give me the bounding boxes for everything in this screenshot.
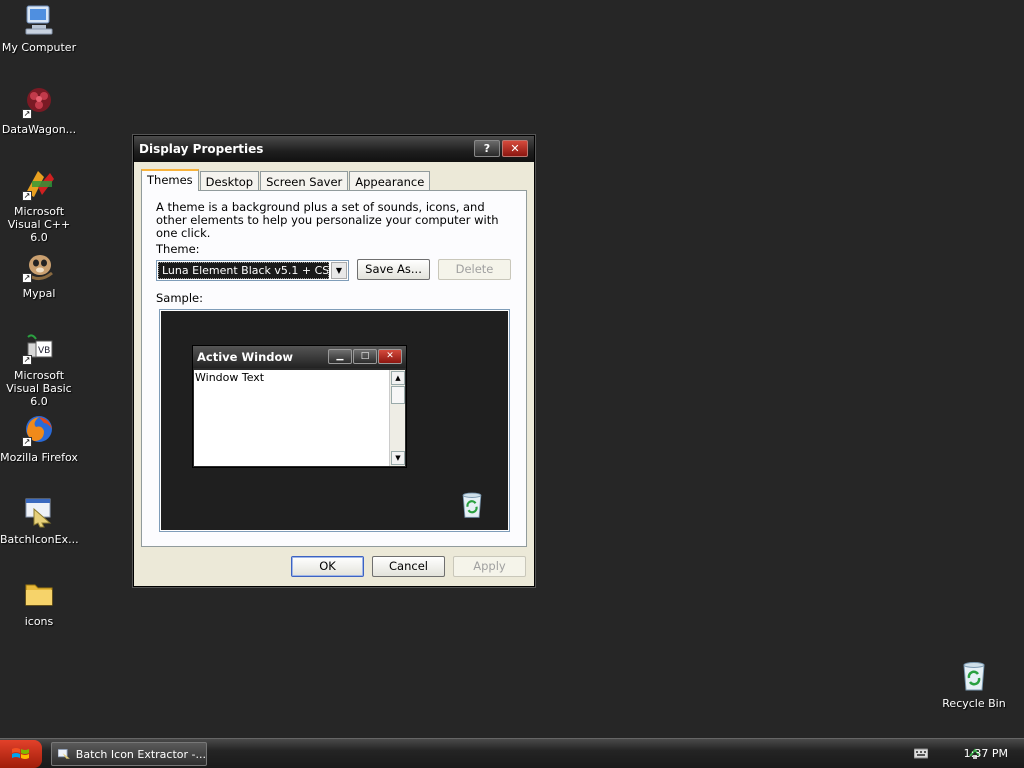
sample-label: Sample: bbox=[156, 291, 203, 305]
shortcut-arrow-icon: ↗ bbox=[22, 355, 32, 365]
scroll-thumb bbox=[391, 386, 405, 404]
display-properties-dialog: Display Properties ? ✕ Themes Desktop Sc… bbox=[133, 135, 535, 587]
desktop-icon-mypal[interactable]: ↗ Mypal bbox=[0, 249, 78, 300]
tab-desktop[interactable]: Desktop bbox=[199, 171, 260, 191]
clock[interactable]: 1:37 PM bbox=[964, 747, 1008, 760]
firefox-icon: ↗ bbox=[22, 413, 56, 447]
start-button[interactable] bbox=[0, 740, 42, 768]
system-tray: 1:37 PM bbox=[884, 739, 1024, 768]
scroll-down-arrow-icon: ▼ bbox=[391, 451, 405, 465]
tab-strip: Themes Desktop Screen Saver Appearance bbox=[141, 169, 431, 191]
taskbar-item-batch-icon-extractor[interactable]: Batch Icon Extractor -... bbox=[51, 742, 207, 766]
dialog-title-bar[interactable]: Display Properties ? ✕ bbox=[134, 136, 534, 162]
desktop-icon-visual-cpp[interactable]: ↗ Microsoft Visual C++ 6.0 bbox=[0, 167, 78, 244]
theme-description: A theme is a background plus a set of so… bbox=[156, 200, 499, 240]
save-as-button[interactable]: Save As... bbox=[357, 259, 430, 280]
visual-basic-icon: VB ↗ bbox=[22, 331, 56, 365]
desktop-icon-label: Recycle Bin bbox=[942, 697, 1006, 710]
sample-window-body: Window Text ▲ ▼ bbox=[194, 370, 405, 466]
shortcut-arrow-icon: ↗ bbox=[22, 273, 32, 283]
batch-icon-extractor-icon bbox=[58, 748, 70, 759]
desktop-icon-datawagon[interactable]: ↗ DataWagon... bbox=[0, 85, 78, 136]
desktop-icon-label: BatchIconEx... bbox=[0, 533, 79, 546]
svg-text:VB: VB bbox=[38, 346, 50, 356]
cancel-button[interactable]: Cancel bbox=[372, 556, 445, 577]
folder-icon bbox=[22, 577, 56, 611]
close-button[interactable]: ✕ bbox=[502, 140, 528, 157]
desktop-icon-label: Microsoft Visual C++ 6.0 bbox=[7, 205, 71, 244]
apply-button[interactable]: Apply bbox=[453, 556, 526, 577]
desktop-icon-label: icons bbox=[24, 615, 54, 628]
sample-window-text: Window Text bbox=[195, 371, 265, 384]
sample-window-title: Active Window bbox=[197, 350, 294, 364]
desktop-icon-firefox[interactable]: ↗ Mozilla Firefox bbox=[0, 413, 78, 464]
shortcut-arrow-icon: ↗ bbox=[22, 437, 32, 447]
desktop-icon-label: My Computer bbox=[1, 41, 77, 54]
shortcut-arrow-icon: ↗ bbox=[22, 191, 32, 201]
taskbar: Batch Icon Extractor -... 1:37 PM bbox=[0, 738, 1024, 768]
close-icon: ✕ bbox=[378, 349, 402, 364]
help-button[interactable]: ? bbox=[474, 140, 500, 157]
shortcut-arrow-icon: ↗ bbox=[22, 109, 32, 119]
theme-dropdown[interactable]: Luna Element Black v5.1 + CSS ▼ bbox=[156, 260, 349, 281]
desktop-icon-recycle-bin[interactable]: Recycle Bin bbox=[935, 659, 1013, 710]
tab-appearance[interactable]: Appearance bbox=[349, 171, 431, 191]
theme-sample-preview: Active Window ▁ □ ✕ Window Text ▲ ▼ bbox=[159, 309, 510, 532]
sample-scrollbar: ▲ ▼ bbox=[389, 370, 405, 466]
desktop-icon-batch-icon-extractor[interactable]: BatchIconEx... bbox=[0, 495, 79, 546]
visual-cpp-icon: ↗ bbox=[22, 167, 56, 201]
sample-window-title-bar: Active Window ▁ □ ✕ bbox=[193, 346, 406, 368]
themes-panel: A theme is a background plus a set of so… bbox=[141, 190, 527, 547]
theme-dropdown-value: Luna Element Black v5.1 + CSS bbox=[158, 262, 329, 279]
desktop-icon-label: DataWagon... bbox=[1, 123, 77, 136]
mypal-icon: ↗ bbox=[22, 249, 56, 283]
desktop-icon-label: Mypal bbox=[22, 287, 56, 300]
taskbar-item-label: Batch Icon Extractor -... bbox=[75, 747, 206, 761]
desktop-icon-visual-basic[interactable]: VB ↗ Microsoft Visual Basic 6.0 bbox=[0, 331, 78, 408]
tab-screen-saver[interactable]: Screen Saver bbox=[260, 171, 349, 191]
chevron-down-icon[interactable]: ▼ bbox=[331, 262, 347, 279]
desktop-icon-my-computer[interactable]: My Computer bbox=[0, 3, 78, 54]
my-computer-icon bbox=[22, 3, 56, 37]
tab-themes[interactable]: Themes bbox=[141, 169, 199, 191]
ok-button[interactable]: OK bbox=[291, 556, 364, 577]
batch-icon-extractor-icon bbox=[22, 495, 56, 529]
theme-label: Theme: bbox=[156, 242, 200, 256]
sample-active-window: Active Window ▁ □ ✕ Window Text ▲ ▼ bbox=[192, 345, 407, 468]
desktop-icon-icons-folder[interactable]: icons bbox=[0, 577, 78, 628]
minimize-icon: ▁ bbox=[328, 349, 352, 364]
dialog-title: Display Properties bbox=[139, 142, 264, 156]
delete-button[interactable]: Delete bbox=[438, 259, 511, 280]
desktop-icon-label: Microsoft Visual Basic 6.0 bbox=[6, 369, 72, 408]
keyboard-icon[interactable] bbox=[914, 747, 928, 759]
datawagon-icon: ↗ bbox=[22, 85, 56, 119]
recycle-bin-icon bbox=[957, 659, 991, 693]
desktop-icon-label: Mozilla Firefox bbox=[0, 451, 78, 464]
scroll-up-arrow-icon: ▲ bbox=[391, 371, 405, 385]
windows-logo-icon bbox=[12, 748, 29, 759]
recycle-bin-icon bbox=[457, 489, 487, 521]
maximize-icon: □ bbox=[353, 349, 377, 364]
